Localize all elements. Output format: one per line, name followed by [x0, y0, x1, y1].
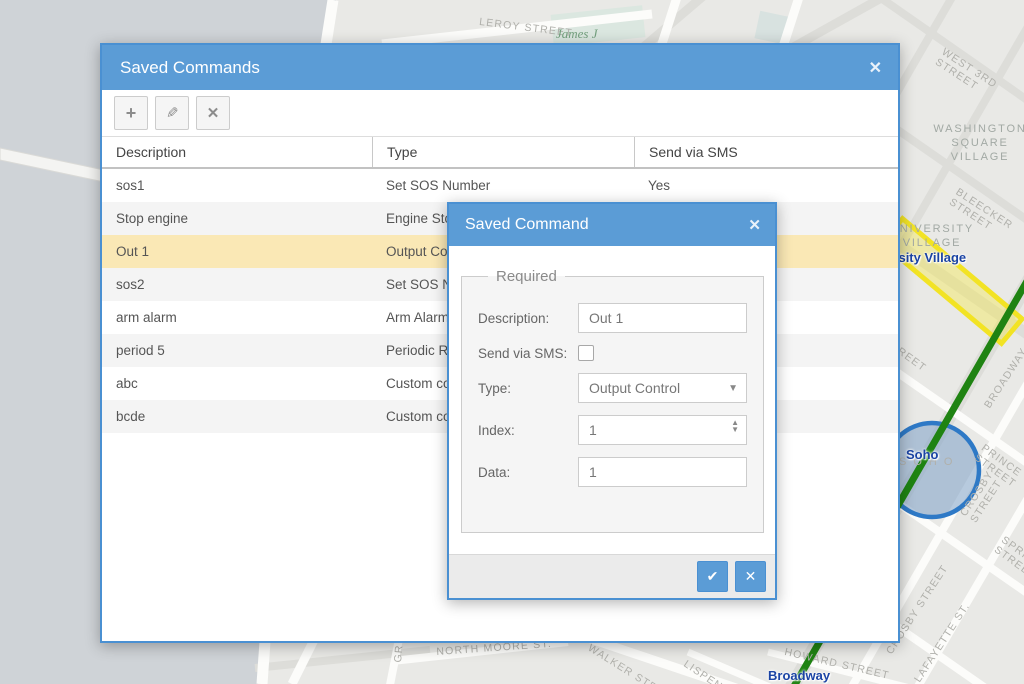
index-input[interactable] [578, 415, 747, 445]
index-row: Index: ▲ ▼ [478, 415, 747, 445]
map-street-label: GR [392, 644, 406, 663]
cell-description: Stop engine [102, 211, 372, 226]
close-icon[interactable]: ✕ [748, 216, 761, 234]
cell-description: abc [102, 376, 372, 391]
type-label: Type: [478, 381, 578, 396]
data-label: Data: [478, 465, 578, 480]
saved-command-dialog: Saved Command ✕ Required Description: Se… [447, 202, 777, 600]
saved-commands-title: Saved Commands [120, 58, 869, 78]
type-row: Type: Output Control ▼ [478, 373, 747, 403]
plus-icon: + [126, 103, 137, 124]
map-poi-label-soho[interactable]: Soho [906, 447, 939, 462]
cell-description: sos1 [102, 178, 372, 193]
close-icon[interactable]: ✕ [869, 58, 882, 78]
x-icon: ✕ [207, 104, 220, 122]
check-icon: ✔ [707, 568, 719, 585]
description-label: Description: [478, 311, 578, 326]
sms-row: Send via SMS: [478, 345, 747, 361]
cell-description: arm alarm [102, 310, 372, 325]
ok-button[interactable]: ✔ [697, 561, 728, 592]
data-row: Data: [478, 457, 747, 487]
edit-command-button[interactable]: ✎ [155, 96, 189, 130]
column-header-description[interactable]: Description [102, 137, 372, 167]
cancel-button[interactable]: ✕ [735, 561, 766, 592]
map-viewport[interactable]: LEROY STREET James J WEST 3RD STREET WAS… [0, 0, 1024, 684]
cell-description: bcde [102, 409, 372, 424]
index-label: Index: [478, 423, 578, 438]
delete-command-button[interactable]: ✕ [196, 96, 230, 130]
map-park-label: James J [556, 26, 598, 42]
cell-description: sos2 [102, 277, 372, 292]
column-header-sms[interactable]: Send via SMS [634, 137, 898, 167]
column-header-type[interactable]: Type [372, 137, 634, 167]
saved-command-form: Required Description: Send via SMS: Type… [449, 246, 775, 598]
chevron-down-icon: ▼ [728, 383, 738, 394]
saved-command-title: Saved Command [465, 216, 748, 234]
type-select[interactable]: Output Control ▼ [578, 373, 747, 403]
cell-sms: Yes [634, 178, 898, 193]
spinner-down-icon[interactable]: ▼ [731, 426, 739, 433]
saved-command-footer: ✔ ✕ [449, 554, 775, 598]
required-legend: Required [488, 268, 565, 285]
saved-commands-titlebar[interactable]: Saved Commands ✕ [102, 45, 898, 90]
cell-description: period 5 [102, 343, 372, 358]
description-row: Description: [478, 303, 747, 333]
sms-label: Send via SMS: [478, 346, 578, 361]
sms-checkbox[interactable] [578, 345, 594, 361]
cell-type: Set SOS Number [372, 178, 634, 193]
x-icon: ✕ [745, 568, 757, 585]
data-input[interactable] [578, 457, 747, 487]
add-command-button[interactable]: + [114, 96, 148, 130]
map-poi-label-broadway[interactable]: Broadway [768, 668, 830, 683]
type-select-value: Output Control [589, 380, 680, 396]
commands-table-header: Description Type Send via SMS [102, 136, 898, 169]
saved-command-titlebar[interactable]: Saved Command ✕ [449, 204, 775, 246]
table-row[interactable]: sos1 Set SOS Number Yes [102, 169, 898, 202]
commands-toolbar: + ✎ ✕ [102, 90, 898, 136]
map-area-label: WASHINGTON SQUARE VILLAGE [920, 122, 1024, 164]
description-input[interactable] [578, 303, 747, 333]
required-fieldset: Required Description: Send via SMS: Type… [461, 268, 764, 533]
pencil-icon: ✎ [166, 104, 179, 122]
cell-description: Out 1 [102, 244, 372, 259]
